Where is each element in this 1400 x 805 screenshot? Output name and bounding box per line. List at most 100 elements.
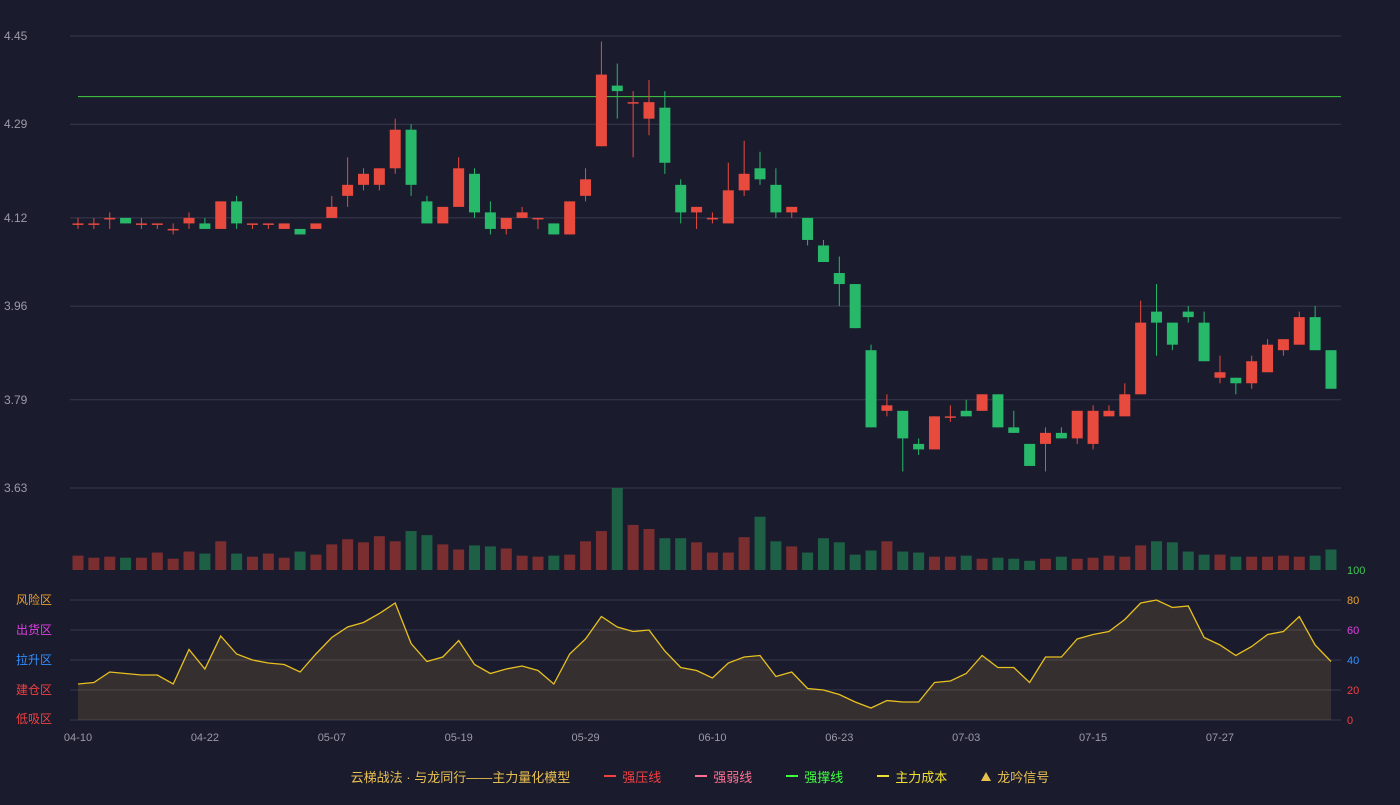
legend-item-strength[interactable]: 强弱线 [695, 767, 752, 786]
candle-body [802, 217, 814, 240]
volume-bar [944, 556, 956, 570]
candle-body [278, 223, 290, 229]
volume-bar [357, 542, 369, 570]
candle-body [1087, 410, 1099, 444]
legend-label-strength: 强弱线 [713, 769, 753, 785]
candle-body [1277, 339, 1289, 351]
candle-body [1198, 322, 1210, 362]
candle-body [738, 173, 750, 191]
volume-bar [1024, 560, 1036, 570]
volume-bar [706, 552, 718, 570]
candle-body [849, 284, 861, 329]
candle-body [1246, 361, 1258, 384]
volume-bar [659, 538, 671, 570]
candle-body [294, 228, 306, 235]
volume-bar [738, 537, 750, 570]
x-tick-label: 04-22 [191, 732, 219, 744]
volume-bar [135, 557, 147, 570]
candle-body [722, 190, 734, 224]
volume-bar [913, 552, 925, 570]
x-tick-label: 04-10 [64, 732, 92, 744]
volume-bar [262, 553, 274, 570]
candle-body [532, 217, 544, 220]
candle-body [1055, 432, 1067, 439]
candle-body [88, 223, 100, 225]
legend-item-support[interactable]: 强撑线 [786, 767, 843, 786]
candle-body [659, 107, 671, 163]
x-tick-label: 06-10 [698, 732, 726, 744]
volume-bar [500, 548, 512, 570]
price-tick-label: 4.12 [4, 211, 28, 225]
candle-body [1325, 350, 1337, 389]
legend: 云梯战法 · 与龙同行——主力量化模型 强压线 强弱线 强撑线 主力成本 龙吟信… [0, 766, 1400, 786]
candle-body [944, 416, 956, 418]
volume-bar [627, 524, 639, 570]
candle-body [1293, 317, 1305, 345]
osc-tick-label: 0 [1347, 715, 1353, 727]
volume-bar [595, 531, 607, 570]
candle-body [1214, 372, 1226, 378]
volume-bar [1198, 554, 1210, 570]
candle-body [548, 223, 560, 235]
candle-body [960, 410, 972, 417]
volume-bar [580, 541, 592, 570]
candle-body [151, 223, 163, 225]
x-tick-label: 06-23 [825, 732, 853, 744]
candle-body [881, 405, 893, 411]
volume-bar [310, 554, 322, 570]
volume-bar [1119, 556, 1131, 570]
candle-body [1008, 427, 1020, 433]
candle-body [246, 223, 258, 225]
volume-bar [421, 535, 433, 570]
price-tick-label: 4.45 [4, 29, 28, 43]
osc-tick-label: 100 [1347, 565, 1365, 577]
candle-body [500, 217, 512, 229]
volume-bar [532, 556, 544, 570]
volume-bar [342, 539, 354, 570]
volume-bar [675, 538, 687, 570]
x-tick-label: 07-03 [952, 732, 980, 744]
x-tick-label: 07-15 [1079, 732, 1107, 744]
legend-item-resistance[interactable]: 强压线 [604, 767, 661, 786]
candle-body [326, 206, 338, 218]
candle-body [405, 129, 417, 185]
candle-body [913, 443, 925, 450]
volume-bar [817, 538, 829, 570]
candle-body [167, 228, 179, 231]
legend-swatch-resistance [604, 775, 617, 777]
volume-bar [1040, 558, 1052, 570]
volume-bar [215, 541, 227, 570]
volume-bar [183, 551, 195, 570]
candle-body [421, 201, 433, 224]
candle-body [627, 102, 639, 104]
candle-body [389, 129, 401, 169]
volume-bar [1182, 551, 1194, 570]
candle-body [580, 179, 592, 196]
price-tick-label: 3.96 [4, 299, 28, 313]
candle-body [1119, 394, 1131, 417]
legend-item-signal[interactable]: 龙吟信号 [981, 767, 1049, 786]
volume-bar [548, 555, 560, 570]
volume-bar [484, 546, 496, 570]
candle-body [1151, 311, 1163, 323]
candle-body [357, 173, 369, 185]
legend-swatch-cost [877, 775, 890, 777]
x-tick-label: 05-07 [318, 732, 346, 744]
candle-body [928, 416, 940, 450]
candle-body [183, 217, 195, 224]
volume-bar [564, 554, 576, 570]
x-tick-label: 05-29 [571, 732, 599, 744]
candle-body [1230, 377, 1242, 384]
candle-body [104, 217, 116, 220]
candle-body [1182, 311, 1194, 318]
candle-body [1040, 432, 1052, 444]
volume-bar [246, 556, 258, 570]
candle-body [373, 168, 385, 185]
legend-label-support: 强撑线 [804, 769, 844, 785]
volume-bar [611, 488, 623, 570]
candle-body [976, 394, 988, 411]
candle-body [310, 223, 322, 229]
legend-item-cost[interactable]: 主力成本 [877, 767, 947, 786]
candle-body [120, 217, 132, 224]
volume-bar [881, 541, 893, 570]
